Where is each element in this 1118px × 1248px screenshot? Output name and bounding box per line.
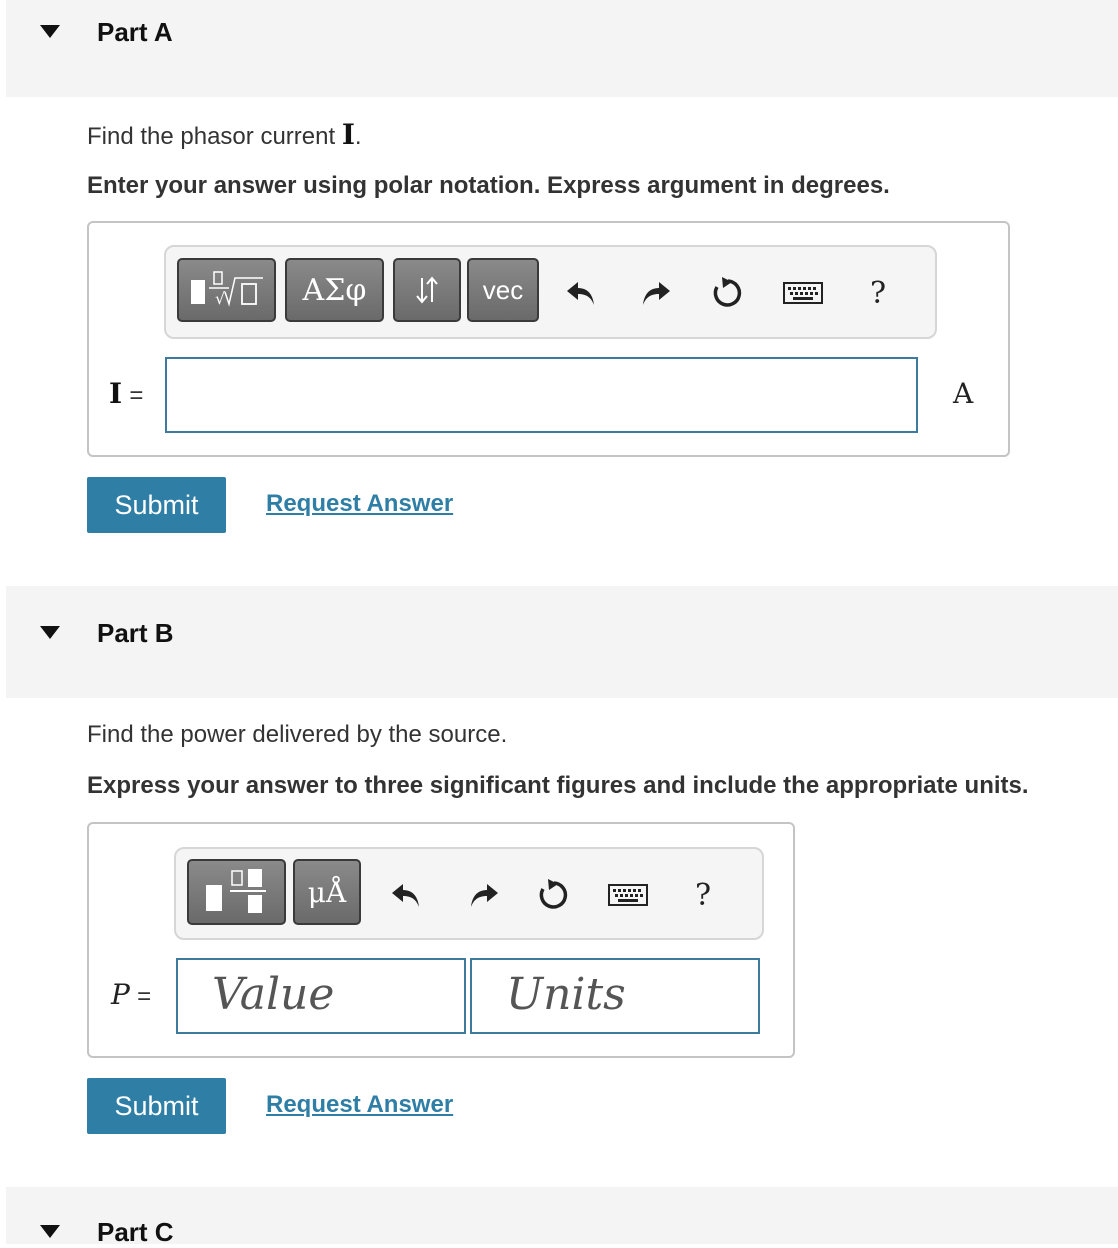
- part-a-unit-label: A: [953, 377, 974, 410]
- power-units-input[interactable]: Units: [470, 958, 760, 1034]
- greek-symbols-button[interactable]: ΑΣφ: [285, 258, 384, 322]
- caret-down-icon[interactable]: [40, 25, 60, 38]
- swap-arrows-icon: [416, 276, 438, 304]
- part-a-math-toolbar: √ ΑΣφ vec ?: [164, 245, 937, 339]
- part-a-title: Part A: [97, 17, 173, 47]
- part-a-answer-box: √ ΑΣφ vec ? I = A: [87, 221, 1010, 457]
- part-b-question: Find the power delivered by the source.: [87, 721, 508, 748]
- part-b-title: Part B: [97, 618, 174, 648]
- help-button[interactable]: ?: [861, 273, 895, 313]
- undo-icon: [392, 884, 419, 907]
- redo-icon: [471, 884, 498, 907]
- power-value-input[interactable]: Value: [176, 958, 466, 1034]
- redo-button[interactable]: [636, 273, 676, 313]
- phasor-current-input[interactable]: [165, 357, 918, 433]
- help-icon: ?: [869, 275, 887, 311]
- units-button[interactable]: μÅ: [293, 859, 361, 925]
- part-b-header[interactable]: Part B: [6, 586, 1118, 698]
- fraction-templates-button[interactable]: [187, 859, 286, 925]
- keyboard-button[interactable]: [606, 877, 650, 913]
- reset-icon: [539, 879, 568, 909]
- undo-icon: [567, 282, 594, 305]
- undo-button[interactable]: [561, 273, 601, 313]
- templates-icon: √: [190, 271, 263, 308]
- part-a-input-label: I =: [109, 377, 144, 410]
- undo-button[interactable]: [386, 875, 426, 915]
- part-b-request-answer-link[interactable]: Request Answer: [266, 1091, 453, 1119]
- fraction-icon: [205, 869, 266, 913]
- part-c-header[interactable]: Part C: [6, 1187, 1118, 1247]
- part-b-submit-button[interactable]: Submit: [87, 1078, 226, 1134]
- caret-down-icon[interactable]: [40, 1225, 60, 1238]
- keyboard-icon: [608, 884, 648, 906]
- part-c-title: Part C: [97, 1217, 174, 1247]
- redo-button[interactable]: [464, 875, 504, 915]
- part-b-input-label: P =: [111, 978, 152, 1011]
- part-b-instruction: Express your answer to three significant…: [87, 772, 1029, 799]
- keyboard-icon: [783, 282, 823, 304]
- part-a-request-answer-link[interactable]: Request Answer: [266, 490, 453, 518]
- reset-icon: [713, 277, 742, 307]
- part-b-math-toolbar: μÅ ?: [174, 847, 764, 940]
- reset-button[interactable]: [708, 273, 748, 313]
- redo-icon: [643, 282, 670, 305]
- part-a-header[interactable]: Part A: [6, 0, 1118, 97]
- reset-button[interactable]: [534, 875, 574, 915]
- part-b-answer-box: μÅ ? P = Value Units: [87, 822, 795, 1058]
- caret-down-icon[interactable]: [40, 626, 60, 639]
- help-icon: ?: [694, 877, 712, 913]
- part-a-question: Find the phasor current I.: [87, 118, 362, 151]
- part-a-instruction: Enter your answer using polar notation. …: [87, 172, 890, 199]
- part-a-submit-button[interactable]: Submit: [87, 477, 226, 533]
- templates-button[interactable]: √: [177, 258, 276, 322]
- swap-button[interactable]: [393, 258, 461, 322]
- vec-button[interactable]: vec: [467, 258, 539, 322]
- keyboard-button[interactable]: [781, 275, 825, 311]
- help-button[interactable]: ?: [686, 875, 720, 915]
- svg-text:√: √: [215, 289, 226, 308]
